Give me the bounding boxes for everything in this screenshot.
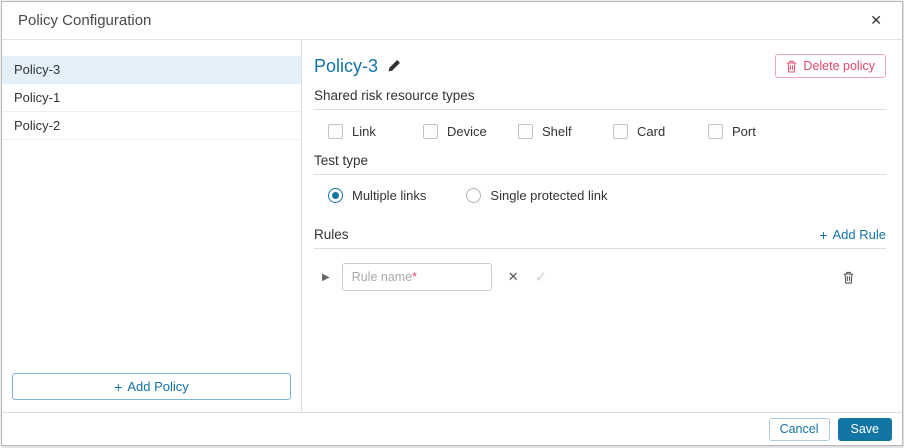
radio-icon-selected[interactable]	[328, 188, 343, 203]
checkbox-label: Device	[447, 124, 487, 139]
divider	[314, 248, 886, 249]
delete-policy-label: Delete policy	[803, 59, 875, 73]
checkbox-item-device[interactable]: Device	[423, 124, 518, 139]
test-type-options: Multiple links Single protected link	[314, 175, 886, 207]
policy-item-label: Policy-2	[14, 118, 61, 133]
policy-configuration-dialog: Policy Configuration ✕ Policy-3 Policy-1…	[1, 1, 903, 446]
checkbox-item-port[interactable]: Port	[708, 124, 803, 139]
plus-icon: +	[819, 226, 828, 243]
checkbox-icon[interactable]	[613, 124, 628, 139]
checkbox-icon[interactable]	[708, 124, 723, 139]
policy-item-label: Policy-1	[14, 90, 61, 105]
radio-multiple-links[interactable]: Multiple links	[328, 188, 426, 203]
expand-icon[interactable]: ▶	[320, 270, 332, 285]
sidebar-item-policy-1[interactable]: Policy-1	[2, 84, 301, 112]
checkbox-label: Card	[637, 124, 666, 139]
shared-risk-options: Link Device Shelf Card Port	[314, 110, 886, 143]
policy-item-label: Policy-3	[14, 62, 61, 77]
delete-rule-icon[interactable]	[843, 271, 854, 284]
radio-icon[interactable]	[466, 188, 482, 203]
edit-icon[interactable]	[387, 59, 401, 73]
checkbox-label: Shelf	[542, 124, 572, 139]
rule-name-input[interactable]: Rule name *	[341, 263, 492, 291]
clear-icon[interactable]: ✕	[508, 269, 519, 285]
checkbox-icon[interactable]	[328, 124, 343, 139]
shared-risk-section-label: Shared risk resource types	[314, 88, 475, 103]
policy-title-row: Policy-3 Delete policy	[314, 54, 886, 78]
radio-label: Single protected link	[490, 188, 608, 203]
dialog-body: Policy-3 Policy-1 Policy-2 + Add Policy …	[2, 40, 902, 412]
save-button[interactable]: Save	[837, 417, 892, 441]
close-icon[interactable]: ✕	[866, 10, 886, 31]
check-icon[interactable]: ✓	[535, 268, 548, 286]
checkbox-item-card[interactable]: Card	[613, 124, 708, 139]
dialog-footer: Cancel Save	[2, 412, 902, 445]
trash-icon	[786, 60, 797, 73]
policy-detail-panel: Policy-3 Delete policy Shared risk resou…	[302, 40, 902, 412]
sidebar-item-policy-3[interactable]: Policy-3	[2, 56, 301, 84]
checkbox-icon[interactable]	[518, 124, 533, 139]
test-type-section-label: Test type	[314, 153, 369, 168]
radio-single-protected-link[interactable]: Single protected link	[466, 188, 608, 203]
add-rule-button[interactable]: + Add Rule	[819, 227, 886, 242]
rules-section-label: Rules	[314, 227, 349, 242]
dialog-header: Policy Configuration ✕	[2, 2, 902, 40]
delete-policy-button[interactable]: Delete policy	[775, 54, 886, 78]
rule-row: ▶ Rule name * ✕ ✓	[314, 263, 886, 291]
checkbox-icon[interactable]	[423, 124, 438, 139]
rules-header: Rules + Add Rule	[314, 227, 886, 242]
plus-icon: +	[114, 378, 123, 395]
required-marker: *	[412, 270, 418, 284]
policy-title: Policy-3	[314, 55, 379, 76]
add-policy-button[interactable]: + Add Policy	[12, 373, 291, 400]
policy-list-sidebar: Policy-3 Policy-1 Policy-2 + Add Policy	[2, 40, 302, 412]
checkbox-label: Link	[352, 124, 376, 139]
add-policy-label: Add Policy	[127, 379, 189, 394]
radio-label: Multiple links	[352, 188, 427, 203]
checkbox-label: Port	[732, 124, 756, 139]
page-title: Policy Configuration	[18, 12, 152, 29]
checkbox-item-shelf[interactable]: Shelf	[518, 124, 613, 139]
cancel-button[interactable]: Cancel	[768, 417, 830, 441]
add-rule-label: Add Rule	[832, 227, 886, 242]
rule-name-placeholder: Rule name	[351, 270, 413, 284]
sidebar-item-policy-2[interactable]: Policy-2	[2, 112, 301, 140]
checkbox-item-link[interactable]: Link	[328, 124, 423, 139]
